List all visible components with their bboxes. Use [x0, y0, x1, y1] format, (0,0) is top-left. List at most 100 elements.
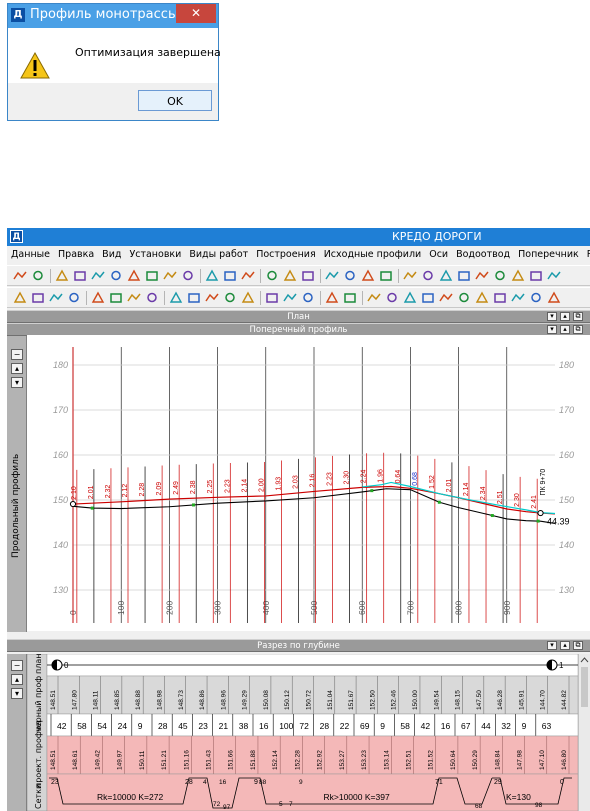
toolbar-tool-icon[interactable] — [361, 269, 375, 282]
toolbar-tool-icon[interactable] — [241, 291, 255, 304]
black-elev-value: 148.88 — [135, 690, 142, 710]
toolbar-tool-icon[interactable] — [223, 291, 237, 304]
toolbar-tool-icon[interactable] — [301, 269, 315, 282]
menu-item[interactable]: Правка — [54, 246, 98, 260]
scroll-down-button[interactable]: ▾ — [11, 688, 23, 699]
toolbar-tool-icon[interactable] — [439, 269, 453, 282]
toolbar-tool-icon[interactable] — [127, 291, 141, 304]
toolbar-tool-icon[interactable] — [205, 291, 219, 304]
black-elev-value: 144.70 — [540, 690, 547, 710]
toolbar-tool-icon[interactable] — [403, 291, 417, 304]
toolbar-tool-icon[interactable] — [283, 291, 297, 304]
panel-collapse-button[interactable]: ▾ — [547, 312, 557, 321]
toolbar-tool-icon[interactable] — [301, 291, 315, 304]
toolbar-tool-icon[interactable] — [109, 269, 123, 282]
toolbar-tool-icon[interactable] — [325, 291, 339, 304]
toolbar-tool-icon[interactable] — [127, 269, 141, 282]
menu-item[interactable]: Виды работ — [185, 246, 252, 260]
collapse-button[interactable]: − — [11, 349, 23, 360]
toolbar-tool-icon[interactable] — [343, 269, 357, 282]
toolbar-tool-icon[interactable] — [13, 291, 27, 304]
ok-button[interactable]: OK — [138, 90, 212, 111]
toolbar-tool-icon[interactable] — [145, 269, 159, 282]
panel-float-button[interactable]: ⧉ — [573, 312, 583, 321]
panel-expand-button[interactable]: ▴ — [560, 312, 570, 321]
menu-item[interactable]: Установки — [125, 246, 185, 260]
toolbar-tool-icon[interactable] — [91, 291, 105, 304]
toolbar-tool-icon[interactable] — [181, 269, 195, 282]
toolbar-tool-icon[interactable] — [457, 291, 471, 304]
toolbar-tool-icon[interactable] — [379, 269, 393, 282]
toolbar-tool-icon[interactable] — [91, 269, 105, 282]
menu-item[interactable]: Исходные профили — [320, 246, 426, 260]
toolbar-tool-icon[interactable] — [73, 269, 87, 282]
dialog-title-bar[interactable]: Д Профиль монотрассы ✕ — [8, 4, 218, 28]
distance-value: 21 — [219, 721, 229, 731]
grid-sheets[interactable]: план черный проф Сетки проект. профил 0 1 148.… — [27, 654, 578, 811]
toolbar-tool-icon[interactable] — [421, 291, 435, 304]
panel-collapse-button[interactable]: ▾ — [547, 641, 557, 650]
toolbar-tool-icon[interactable] — [31, 269, 45, 282]
toolbar-tool-icon[interactable] — [265, 269, 279, 282]
menu-item[interactable]: Вид — [98, 246, 125, 260]
close-button[interactable]: ✕ — [176, 4, 216, 23]
toolbar-tool-icon[interactable] — [529, 291, 543, 304]
toolbar-tool-icon[interactable] — [325, 269, 339, 282]
long-profile-chart[interactable]: 0100200300400500600700800900130130140140… — [27, 335, 590, 631]
panel-expand-button[interactable]: ▴ — [560, 325, 570, 334]
toolbar-tool-icon[interactable] — [187, 291, 201, 304]
toolbar-tool-icon[interactable] — [31, 291, 45, 304]
profile-chart-svg: 0100200300400500600700800900130130140140… — [53, 347, 574, 623]
scroll-up-button[interactable]: ▴ — [11, 363, 23, 374]
distance-value: 45 — [178, 721, 188, 731]
toolbar-tool-icon[interactable] — [547, 269, 561, 282]
menu-item[interactable]: Построения — [252, 246, 320, 260]
toolbar-tool-icon[interactable] — [547, 291, 561, 304]
toolbar-tool-icon[interactable] — [169, 291, 183, 304]
toolbar-tool-icon[interactable] — [205, 269, 219, 282]
toolbar-tool-icon[interactable] — [67, 291, 81, 304]
distance-value: 22 — [340, 721, 350, 731]
toolbar-tool-icon[interactable] — [49, 291, 63, 304]
toolbar-tool-icon[interactable] — [475, 291, 489, 304]
toolbar-tool-icon[interactable] — [343, 291, 357, 304]
toolbar-tool-icon[interactable] — [457, 269, 471, 282]
scroll-up-button[interactable]: ▴ — [11, 674, 23, 685]
toolbar-tool-icon[interactable] — [13, 269, 27, 282]
menu-item[interactable]: Ра — [583, 246, 590, 260]
panel-expand-button[interactable]: ▴ — [560, 641, 570, 650]
menu-item[interactable]: Оси — [425, 246, 452, 260]
toolbar-tool-icon[interactable] — [421, 269, 435, 282]
panel-collapse-button[interactable]: ▾ — [547, 325, 557, 334]
window-title-bar[interactable]: Д КРЕДО ДОРОГИ — [7, 228, 590, 246]
panel-float-button[interactable]: ⧉ — [573, 641, 583, 650]
toolbar-tool-icon[interactable] — [475, 269, 489, 282]
toolbar-tool-icon[interactable] — [367, 291, 381, 304]
menu-item[interactable]: Поперечник — [514, 246, 583, 260]
small-mark: 5 — [279, 801, 283, 808]
toolbar-tool-icon[interactable] — [265, 291, 279, 304]
toolbar-tool-icon[interactable] — [145, 291, 159, 304]
toolbar-tool-icon[interactable] — [385, 291, 399, 304]
collapse-button[interactable]: − — [11, 660, 23, 671]
toolbar-tool-icon[interactable] — [55, 269, 69, 282]
toolbar-tool-icon[interactable] — [529, 269, 543, 282]
menu-item[interactable]: Данные — [7, 246, 54, 260]
toolbar-tool-icon[interactable] — [163, 269, 177, 282]
vertical-scrollbar[interactable] — [578, 654, 590, 811]
toolbar-tool-icon[interactable] — [403, 269, 417, 282]
toolbar-tool-icon[interactable] — [439, 291, 453, 304]
toolbar-tool-icon[interactable] — [511, 269, 525, 282]
panel-depth-section-bar[interactable]: Разрез по глубине ▾ ▴ ⧉ — [7, 639, 590, 652]
toolbar-tool-icon[interactable] — [511, 291, 525, 304]
toolbar-tool-icon[interactable] — [241, 269, 255, 282]
toolbar-tool-icon[interactable] — [283, 269, 297, 282]
panel-float-button[interactable]: ⧉ — [573, 325, 583, 334]
toolbar-tool-icon[interactable] — [223, 269, 237, 282]
toolbar-tool-icon[interactable] — [109, 291, 123, 304]
panel-plan-bar[interactable]: План ▾ ▴ ⧉ — [7, 310, 590, 323]
menu-item[interactable]: Водоотвод — [452, 246, 514, 260]
toolbar-tool-icon[interactable] — [493, 269, 507, 282]
scroll-down-button[interactable]: ▾ — [11, 377, 23, 388]
toolbar-tool-icon[interactable] — [493, 291, 507, 304]
